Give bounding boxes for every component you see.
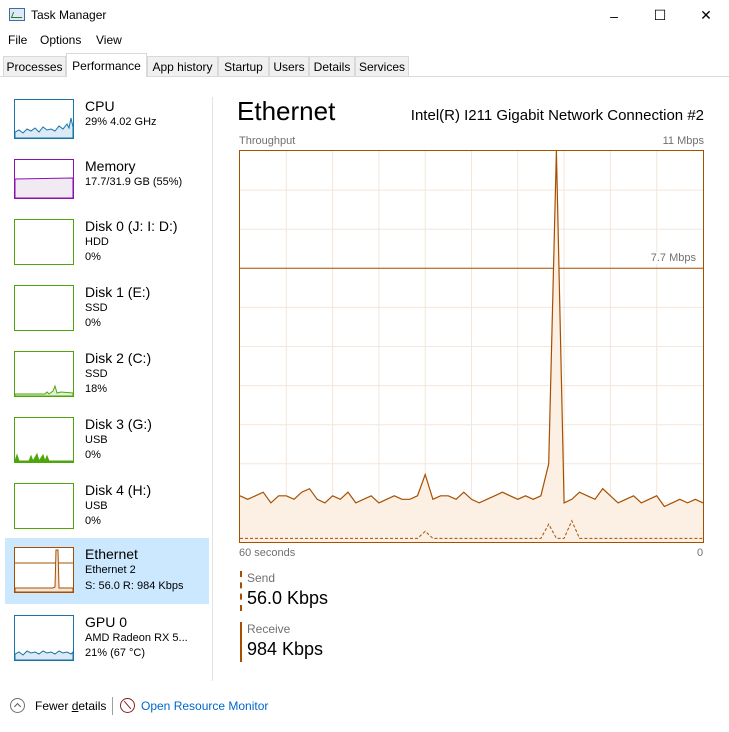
disk-3-thumbnail-graph bbox=[14, 417, 74, 463]
ethernet-thumbnail-graph bbox=[14, 547, 74, 593]
tab-users[interactable]: Users bbox=[269, 56, 309, 76]
cpu-label: CPU bbox=[85, 98, 115, 114]
chevron-up-icon[interactable] bbox=[10, 698, 25, 713]
disk-4-usage: 0% bbox=[85, 515, 101, 527]
disk-3-type: USB bbox=[85, 434, 108, 446]
disk-2-usage: 18% bbox=[85, 383, 108, 395]
tab-services[interactable]: Services bbox=[355, 56, 409, 76]
ethernet-throughput: S: 56.0 R: 984 Kbps bbox=[85, 580, 184, 592]
resource-sidebar: CPU 29% 4.02 GHz Memory 17.7/31.9 GB (55… bbox=[0, 77, 212, 689]
tab-strip: Processes Performance App history Startu… bbox=[0, 53, 729, 77]
disk-4-type: USB bbox=[85, 500, 108, 512]
tab-processes[interactable]: Processes bbox=[3, 56, 66, 76]
sidebar-divider bbox=[212, 97, 213, 681]
disk-3-usage: 0% bbox=[85, 449, 101, 461]
sidebar-item-disk-4[interactable]: Disk 4 (H:) USB 0% bbox=[5, 474, 209, 536]
disk-0-label: Disk 0 (J: I: D:) bbox=[85, 218, 178, 234]
ethernet-label: Ethernet bbox=[85, 546, 138, 562]
resource-monitor-icon[interactable] bbox=[120, 698, 135, 713]
send-value: 56.0 Kbps bbox=[247, 588, 329, 608]
fewer-details-button[interactable]: Fewer details bbox=[35, 699, 106, 713]
disk-0-thumbnail-graph bbox=[14, 219, 74, 265]
sidebar-item-cpu[interactable]: CPU 29% 4.02 GHz bbox=[5, 90, 209, 152]
gpu-0-model: AMD Radeon RX 5... bbox=[85, 632, 188, 644]
x-axis-right-label: 0 bbox=[697, 547, 704, 559]
window-title: Task Manager bbox=[31, 8, 107, 22]
disk-0-type: HDD bbox=[85, 236, 109, 248]
sidebar-item-ethernet[interactable]: Ethernet Ethernet 2 S: 56.0 R: 984 Kbps bbox=[5, 538, 209, 604]
tab-details[interactable]: Details bbox=[309, 56, 355, 76]
menu-bar: File Options View bbox=[0, 31, 729, 51]
task-manager-icon bbox=[9, 8, 25, 21]
menu-view[interactable]: View bbox=[96, 33, 122, 47]
x-axis-left-label: 60 seconds bbox=[239, 547, 296, 559]
open-resource-monitor-link[interactable]: Open Resource Monitor bbox=[141, 699, 268, 713]
disk-1-type: SSD bbox=[85, 302, 108, 314]
page-title: Ethernet bbox=[237, 96, 336, 126]
mid-scale-label: 7.7 Mbps bbox=[649, 252, 697, 264]
throughput-graph: 7.7 Mbps bbox=[239, 150, 704, 543]
max-scale-label: 11 Mbps bbox=[662, 135, 704, 147]
sidebar-item-disk-0[interactable]: Disk 0 (J: I: D:) HDD 0% bbox=[5, 210, 209, 272]
disk-1-label: Disk 1 (E:) bbox=[85, 284, 151, 300]
send-label: Send bbox=[247, 571, 276, 585]
cpu-thumbnail-graph bbox=[14, 99, 74, 139]
throughput-label: Throughput bbox=[239, 135, 296, 147]
sidebar-item-memory[interactable]: Memory 17.7/31.9 GB (55%) bbox=[5, 150, 209, 212]
receive-legend-marker bbox=[240, 622, 242, 662]
receive-value: 984 Kbps bbox=[247, 639, 324, 659]
sidebar-item-disk-1[interactable]: Disk 1 (E:) SSD 0% bbox=[5, 276, 209, 338]
ethernet-adapter-name: Ethernet 2 bbox=[85, 564, 136, 576]
menu-file[interactable]: File bbox=[8, 33, 27, 47]
disk-2-label: Disk 2 (C:) bbox=[85, 350, 152, 366]
disk-3-label: Disk 3 (G:) bbox=[85, 416, 152, 432]
cpu-usage: 29% 4.02 GHz bbox=[85, 116, 157, 128]
title-bar: Task Manager – ☐ ✕ bbox=[0, 0, 729, 31]
disk-2-type: SSD bbox=[85, 368, 108, 380]
receive-label: Receive bbox=[247, 622, 291, 636]
disk-4-thumbnail-graph bbox=[14, 483, 74, 529]
adapter-name: Intel(R) I211 Gigabit Network Connection… bbox=[410, 107, 704, 124]
sidebar-item-gpu-0[interactable]: GPU 0 AMD Radeon RX 5... 21% (67 °C) bbox=[5, 606, 209, 668]
send-legend-marker bbox=[240, 571, 242, 611]
menu-options[interactable]: Options bbox=[40, 33, 81, 47]
close-button[interactable]: ✕ bbox=[683, 0, 729, 31]
disk-2-thumbnail-graph bbox=[14, 351, 74, 397]
tab-app-history[interactable]: App history bbox=[147, 56, 218, 76]
disk-1-thumbnail-graph bbox=[14, 285, 74, 331]
gpu-0-label: GPU 0 bbox=[85, 614, 128, 630]
gpu-0-usage: 21% (67 °C) bbox=[85, 647, 146, 659]
minimize-button[interactable]: – bbox=[591, 0, 637, 31]
sidebar-item-disk-3[interactable]: Disk 3 (G:) USB 0% bbox=[5, 408, 209, 470]
sidebar-item-disk-2[interactable]: Disk 2 (C:) SSD 18% bbox=[5, 342, 209, 404]
memory-thumbnail-graph bbox=[14, 159, 74, 199]
memory-label: Memory bbox=[85, 158, 136, 174]
footer-bar: Fewer details Open Resource Monitor bbox=[0, 689, 729, 732]
tab-startup[interactable]: Startup bbox=[218, 56, 269, 76]
disk-1-usage: 0% bbox=[85, 317, 101, 329]
throughput-chart-svg bbox=[240, 151, 703, 542]
memory-usage: 17.7/31.9 GB (55%) bbox=[85, 176, 183, 188]
gpu-0-thumbnail-graph bbox=[14, 615, 74, 661]
tab-performance[interactable]: Performance bbox=[66, 53, 147, 77]
disk-4-label: Disk 4 (H:) bbox=[85, 482, 152, 498]
disk-0-usage: 0% bbox=[85, 251, 101, 263]
footer-divider bbox=[112, 697, 113, 715]
maximize-button[interactable]: ☐ bbox=[637, 0, 683, 31]
